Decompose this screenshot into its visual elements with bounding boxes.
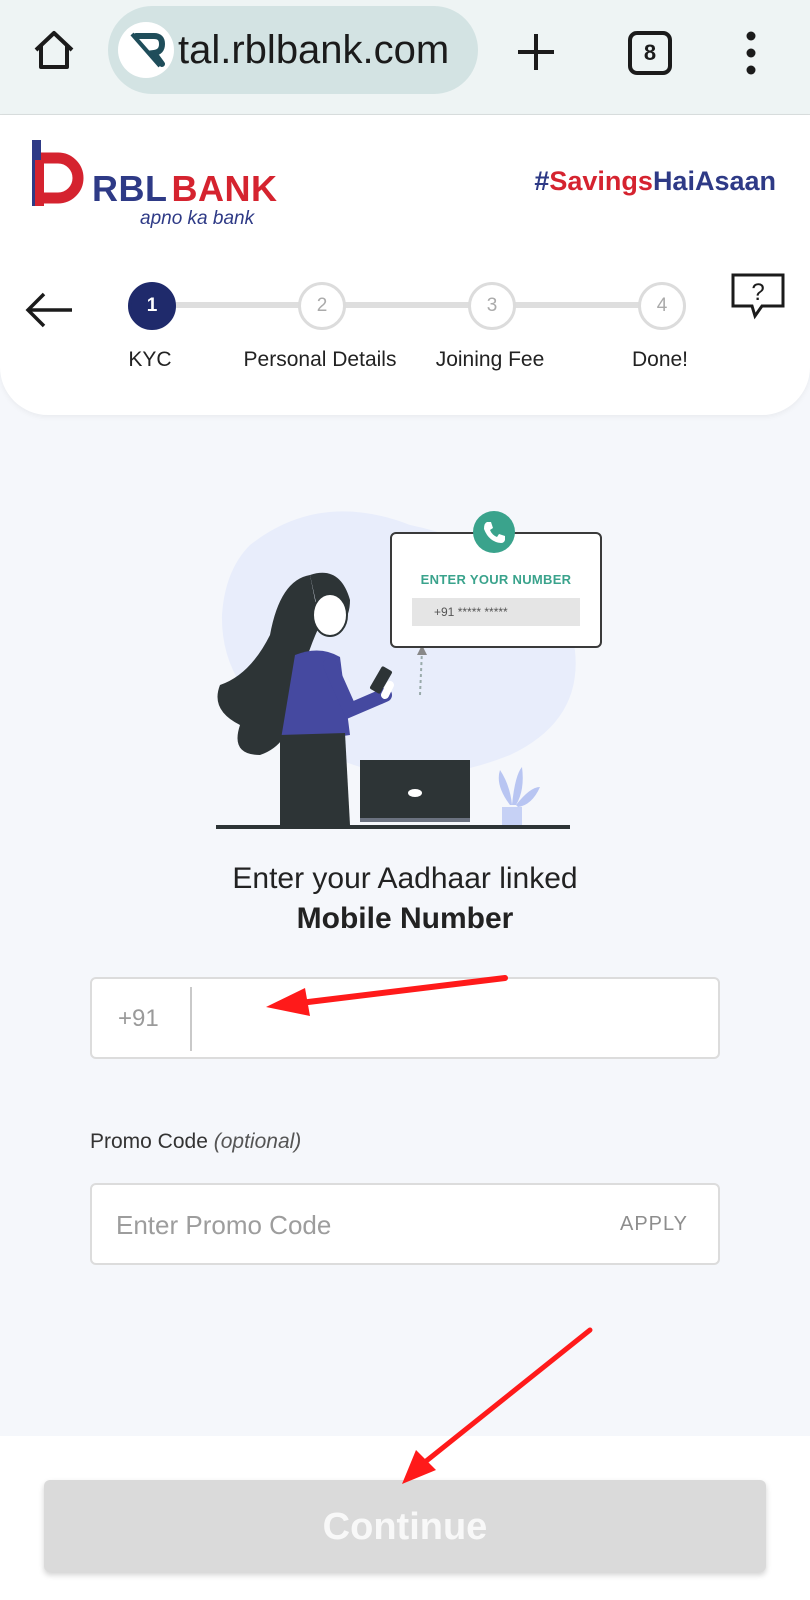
country-code-prefix: +91	[118, 1005, 159, 1032]
browser-toolbar: tal.rblbank.com 8	[0, 0, 810, 115]
continue-button[interactable]: Continue	[44, 1480, 766, 1572]
step-connector	[512, 302, 640, 308]
url-text: tal.rblbank.com	[178, 28, 450, 72]
brand-tagline: apno ka bank	[140, 208, 255, 229]
rbl-logo-icon	[32, 140, 84, 206]
masked-number: +91 ***** *****	[412, 598, 580, 626]
kebab-menu-icon[interactable]	[744, 30, 758, 76]
hashtag-text: #SavingsHaiAsaan	[534, 166, 776, 196]
promo-code-label: Promo Code (optional)	[90, 1130, 302, 1153]
address-bar[interactable]: tal.rblbank.com	[108, 6, 478, 94]
plus-icon[interactable]	[514, 30, 558, 74]
step-1-label: KYC	[128, 348, 172, 371]
home-icon[interactable]	[30, 26, 78, 74]
step-1-circle: 1	[128, 282, 176, 330]
step-4-circle: 4	[638, 282, 686, 330]
prompt-line-2: Mobile Number	[296, 902, 514, 935]
step-3-circle: 3	[468, 282, 516, 330]
step-4-label: Done!	[631, 348, 689, 371]
prompt-line-1: Enter your Aadhaar linked	[232, 862, 578, 895]
site-favicon-icon	[118, 22, 174, 78]
mobile-number-input[interactable]	[198, 987, 712, 1051]
promo-code-input[interactable]	[114, 1193, 578, 1257]
step-connector	[172, 302, 300, 308]
phone-call-icon	[473, 511, 515, 553]
promo-optional-hint: (optional)	[213, 1130, 302, 1153]
step-2-circle: 2	[298, 282, 346, 330]
promo-code-field[interactable]: APPLY	[90, 1183, 720, 1265]
tab-switcher-button[interactable]: 8	[628, 31, 672, 75]
step-2-label: Personal Details	[243, 348, 397, 371]
brand-name: RBL BANK	[92, 168, 278, 209]
step-connector	[342, 302, 470, 308]
mobile-number-field[interactable]: +91	[90, 977, 720, 1059]
enter-number-card-title: ENTER YOUR NUMBER	[420, 572, 572, 587]
prefix-divider	[190, 987, 192, 1051]
apply-promo-button[interactable]: APPLY	[620, 1213, 688, 1236]
step-3-label: Joining Fee	[435, 348, 545, 371]
progress-stepper: 1 2 3 4 KYC Personal Details Joining Fee…	[0, 278, 810, 378]
